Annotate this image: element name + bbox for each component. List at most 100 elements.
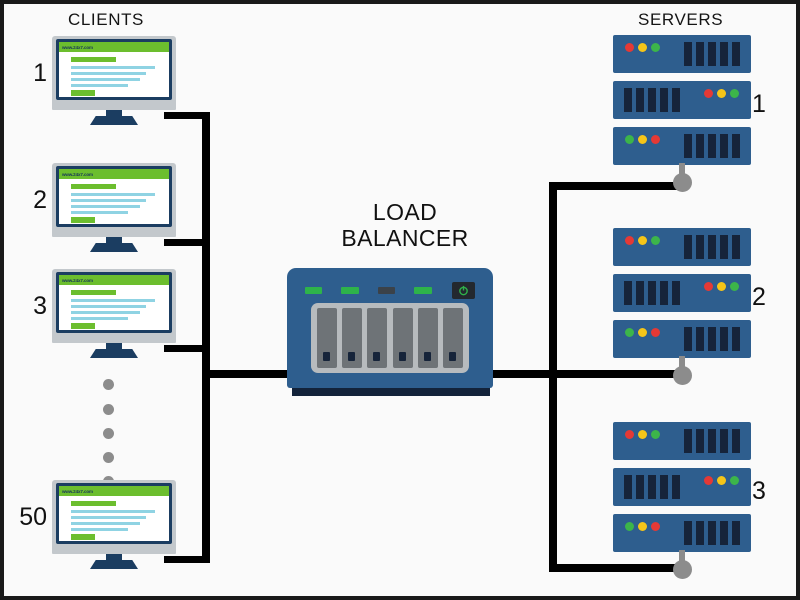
server-vent	[684, 521, 692, 545]
server-vent-group	[624, 88, 680, 112]
drive-bay-3[interactable]	[367, 308, 388, 368]
power-button[interactable]	[451, 282, 475, 299]
server-vent-group	[624, 475, 680, 499]
page-text-line	[71, 211, 128, 214]
server-connector-node	[673, 560, 692, 579]
server-vent	[660, 281, 668, 305]
server-led-group	[625, 43, 660, 52]
client-computer-1[interactable]: www.24x7.com	[52, 36, 176, 128]
server-led-red	[704, 89, 713, 98]
server-vent	[684, 42, 692, 66]
server-unit-1[interactable]	[613, 228, 751, 266]
client-index-2: 2	[33, 186, 47, 214]
page-text-line	[71, 317, 128, 320]
server-vent-group	[684, 429, 740, 453]
server-unit-2[interactable]	[613, 81, 751, 119]
drive-bay-6[interactable]	[442, 308, 463, 368]
server-led-green	[651, 236, 660, 245]
server-vent	[708, 521, 716, 545]
server-led-red	[651, 135, 660, 144]
server-stack-3[interactable]	[613, 422, 751, 579]
load-balancer-drive-bay-panel	[311, 303, 469, 373]
server-led-red	[704, 282, 713, 291]
server-led-green	[625, 522, 634, 531]
drive-bay-4[interactable]	[392, 308, 413, 368]
server-unit-1[interactable]	[613, 422, 751, 460]
page-text-line	[71, 193, 155, 196]
load-balancer-indicator-row	[305, 282, 475, 299]
server-vent	[696, 42, 704, 66]
server-vent	[684, 429, 692, 453]
server-vent	[648, 475, 656, 499]
server-unit-3[interactable]	[613, 514, 751, 552]
server-3-wire	[549, 564, 687, 572]
server-vent	[624, 475, 632, 499]
server-unit-1[interactable]	[613, 35, 751, 73]
browser-url-text: www.24x7.com	[62, 171, 93, 177]
server-vent	[720, 327, 728, 351]
client-computer-50[interactable]: www.24x7.com	[52, 480, 176, 572]
server-vent	[696, 521, 704, 545]
server-2-wire	[549, 370, 687, 378]
server-led-red	[651, 522, 660, 531]
browser-screen: www.24x7.com	[59, 486, 169, 541]
server-vent	[648, 281, 656, 305]
server-unit-3[interactable]	[613, 127, 751, 165]
server-unit-2[interactable]	[613, 468, 751, 506]
client-computer-2[interactable]: www.24x7.com	[52, 163, 176, 255]
server-vent	[708, 429, 716, 453]
drive-bay-2[interactable]	[342, 308, 363, 368]
server-led-green	[625, 135, 634, 144]
client-bus-lower-wire	[202, 370, 210, 563]
ellipsis-dot	[103, 428, 114, 439]
server-led-red	[625, 430, 634, 439]
page-cta-button	[71, 217, 95, 223]
server-led-red	[625, 236, 634, 245]
page-text-line	[71, 311, 140, 314]
server-stack-1[interactable]	[613, 35, 751, 192]
server-led-group	[625, 236, 660, 245]
load-balancer-device[interactable]	[287, 268, 493, 396]
server-vent	[672, 475, 680, 499]
server-led-yellow	[717, 282, 726, 291]
server-vent	[624, 281, 632, 305]
server-vent	[648, 88, 656, 112]
page-text-line	[71, 516, 146, 519]
server-led-yellow	[717, 476, 726, 485]
load-balancer-title: LOAD BALANCER	[320, 199, 490, 251]
server-vent	[696, 327, 704, 351]
server-vent	[732, 235, 740, 259]
client-computer-3[interactable]: www.24x7.com	[52, 269, 176, 361]
server-led-red	[625, 43, 634, 52]
server-vent	[672, 281, 680, 305]
page-cta-button	[71, 534, 95, 540]
server-led-group	[625, 522, 660, 531]
server-vent	[732, 429, 740, 453]
server-led-yellow	[717, 89, 726, 98]
server-led-group	[625, 135, 660, 144]
client-index-50: 50	[19, 503, 47, 531]
page-text-line	[71, 72, 146, 75]
drive-bay-1[interactable]	[317, 308, 337, 368]
drive-bay-latch-icon	[373, 352, 381, 361]
server-vent	[684, 235, 692, 259]
server-vent	[636, 281, 644, 305]
load-balancer-title-line2: BALANCER	[341, 225, 469, 251]
page-text-line	[71, 510, 155, 513]
status-led-2	[341, 287, 359, 294]
server-vent	[732, 521, 740, 545]
ellipsis-dot	[103, 452, 114, 463]
monitor-bezel: www.24x7.com	[56, 39, 172, 100]
page-title-block	[71, 184, 116, 189]
server-vent	[732, 327, 740, 351]
server-vent	[732, 42, 740, 66]
monitor-base	[90, 349, 138, 358]
server-unit-3[interactable]	[613, 320, 751, 358]
page-text-line	[71, 299, 155, 302]
server-vent	[684, 134, 692, 158]
drive-bay-5[interactable]	[417, 308, 438, 368]
server-unit-2[interactable]	[613, 274, 751, 312]
server-stack-2[interactable]	[613, 228, 751, 385]
server-vent-group	[684, 521, 740, 545]
server-vent	[708, 134, 716, 158]
